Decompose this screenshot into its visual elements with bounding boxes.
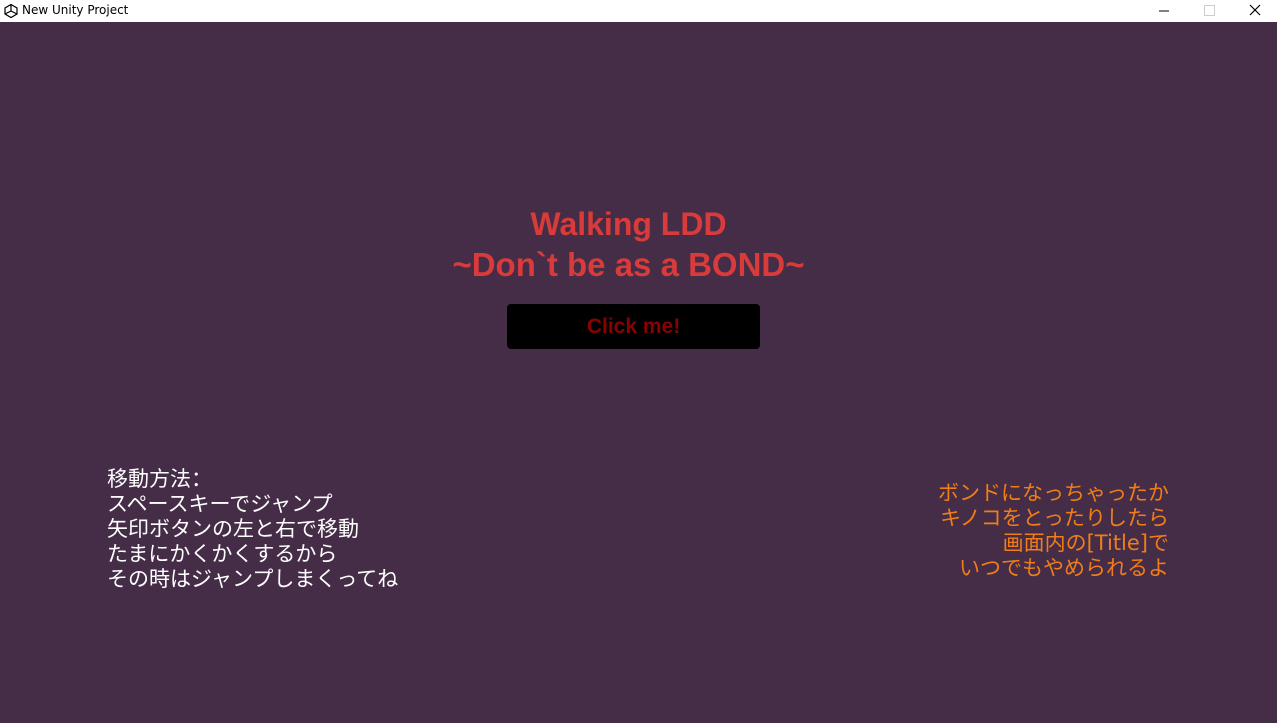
instructions-line: たまにかくかくするから [107, 542, 338, 566]
instructions-line: 矢印ボタンの左と右で移動 [107, 517, 359, 541]
maximize-icon [1204, 5, 1215, 16]
game-subtitle: ~Don`t be as a BOND~ [452, 246, 805, 283]
note-line: いつでもやめられるよ [959, 556, 1169, 580]
instructions-line: スペースキーでジャンプ [107, 492, 333, 516]
note-line: 画面内の[Title]で [1002, 531, 1169, 555]
click-me-button-label: Click me! [586, 315, 681, 338]
window-title: New Unity Project [22, 3, 129, 17]
game-view: Walking LDD ~Don`t be as a BOND~ Click m… [0, 22, 1277, 723]
note-line: キノコをとったりしたら [940, 506, 1169, 530]
maximize-button[interactable] [1187, 0, 1232, 22]
close-button[interactable] [1232, 0, 1277, 22]
title-bar[interactable]: New Unity Project [0, 0, 1277, 22]
unity-logo-icon [4, 3, 18, 19]
instructions-line: その時はジャンプしまくってね [107, 567, 399, 591]
instructions-line: 移動方法： [107, 467, 212, 491]
close-icon [1249, 4, 1261, 16]
app-window: New Unity Project Walking LDD ~Don`t be … [0, 0, 1277, 723]
minimize-icon [1159, 10, 1169, 12]
game-title: Walking LDD [530, 206, 727, 242]
minimize-button[interactable] [1142, 0, 1187, 22]
note-line: ボンドになっちゃったか [938, 481, 1169, 505]
bond-note-text: ボンドになっちゃったか キノコをとったりしたら 画面内の[Title]で いつで… [938, 481, 1169, 581]
instructions-text: 移動方法： スペースキーでジャンプ 矢印ボタンの左と右で移動 たまにかくかくする… [107, 467, 398, 592]
click-me-button[interactable]: Click me! [507, 304, 760, 349]
